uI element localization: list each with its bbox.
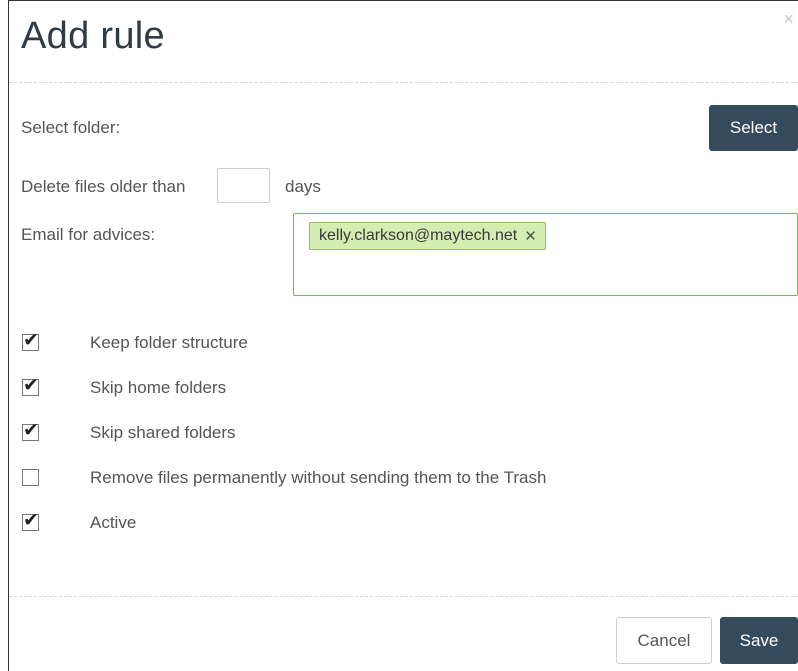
keep-folder-structure-checkbox[interactable]: ✔ xyxy=(22,329,39,351)
footer-divider xyxy=(9,596,798,597)
email-tag: kelly.clarkson@maytech.net ✕ xyxy=(309,222,546,250)
email-tag-text: kelly.clarkson@maytech.net xyxy=(319,227,518,244)
remove-permanently-label: Remove files permanently without sending… xyxy=(90,468,547,487)
select-folder-label: Select folder: xyxy=(21,118,121,137)
delete-older-label: Delete files older than xyxy=(21,177,186,196)
cancel-button[interactable]: Cancel xyxy=(616,617,712,664)
close-icon[interactable]: × xyxy=(783,9,794,30)
active-label: Active xyxy=(90,513,137,532)
email-input[interactable]: kelly.clarkson@maytech.net ✕ xyxy=(293,213,798,296)
check-icon: ✔ xyxy=(23,374,39,396)
header-divider xyxy=(9,82,798,83)
check-icon: ✔ xyxy=(23,419,39,441)
check-icon: ✔ xyxy=(23,509,39,531)
days-unit-label: days xyxy=(285,177,321,196)
save-button[interactable]: Save xyxy=(720,617,798,664)
add-rule-dialog: Add rule × Select folder: Select Delete … xyxy=(8,0,798,671)
skip-home-folders-checkbox[interactable]: ✔ xyxy=(22,374,39,396)
check-icon: ✔ xyxy=(23,329,39,351)
days-input[interactable] xyxy=(217,168,270,203)
keep-folder-structure-label: Keep folder structure xyxy=(90,333,248,352)
remove-permanently-checkbox[interactable] xyxy=(22,469,39,486)
dialog-title: Add rule xyxy=(21,15,165,57)
remove-tag-icon[interactable]: ✕ xyxy=(524,227,537,245)
skip-shared-folders-checkbox[interactable]: ✔ xyxy=(22,419,39,441)
email-label: Email for advices: xyxy=(21,225,156,244)
skip-shared-folders-label: Skip shared folders xyxy=(90,423,236,442)
skip-home-folders-label: Skip home folders xyxy=(90,378,227,397)
active-checkbox[interactable]: ✔ xyxy=(22,509,39,531)
select-folder-button[interactable]: Select xyxy=(709,105,798,151)
